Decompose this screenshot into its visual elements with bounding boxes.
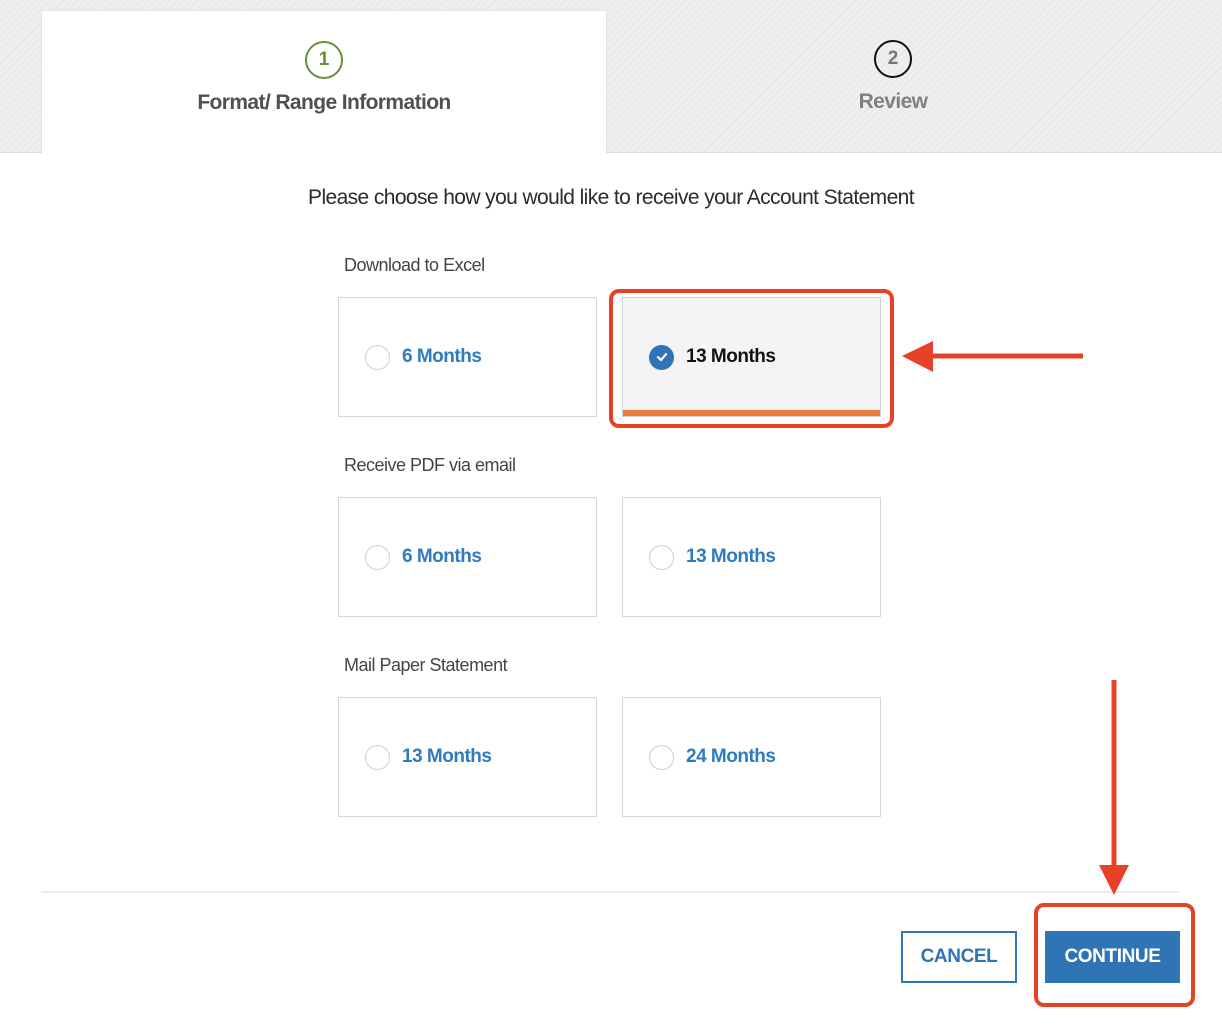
option-label: 13 Months bbox=[686, 546, 776, 567]
step-number-badge: 1 bbox=[305, 41, 343, 79]
empty-circle-icon[interactable] bbox=[365, 544, 390, 570]
step-label: Format/ Range Information bbox=[197, 91, 451, 114]
check-circle-icon[interactable] bbox=[649, 344, 674, 370]
arrow-down-icon bbox=[1099, 680, 1129, 895]
option-pdf-13-months[interactable]: 13 Months bbox=[622, 497, 881, 617]
option-label: 6 Months bbox=[402, 346, 482, 367]
empty-circle-icon[interactable] bbox=[365, 344, 390, 370]
footer-divider bbox=[41, 891, 1180, 893]
step-number-badge: 2 bbox=[874, 40, 912, 78]
option-pdf-6-months[interactable]: 6 Months bbox=[338, 497, 597, 617]
step-format-range: 1 Format/ Range Information bbox=[41, 10, 607, 154]
section-label-mail-paper: Mail Paper Statement bbox=[344, 655, 508, 675]
section-label-pdf-email: Receive PDF via email bbox=[344, 455, 516, 475]
continue-button[interactable]: CONTINUE bbox=[1045, 931, 1180, 983]
annotation-arrows bbox=[902, 341, 1129, 895]
option-label: 13 Months bbox=[686, 346, 776, 367]
option-label: 24 Months bbox=[686, 746, 776, 767]
empty-circle-icon[interactable] bbox=[365, 744, 390, 770]
page-prompt: Please choose how you would like to rece… bbox=[308, 186, 915, 209]
option-excel-13-months[interactable]: 13 Months bbox=[622, 297, 881, 417]
step-progress-header: 1 Format/ Range Information 2 Review bbox=[0, 0, 1222, 154]
empty-circle-icon[interactable] bbox=[649, 544, 674, 570]
option-mail-13-months[interactable]: 13 Months bbox=[338, 697, 597, 817]
empty-circle-icon[interactable] bbox=[649, 744, 674, 770]
arrow-left-icon bbox=[902, 341, 1083, 372]
step-review: 2 Review bbox=[607, 10, 1179, 153]
section-label-excel: Download to Excel bbox=[344, 255, 485, 275]
option-mail-24-months[interactable]: 24 Months bbox=[622, 697, 881, 817]
option-label: 6 Months bbox=[402, 546, 482, 567]
cancel-button[interactable]: CANCEL bbox=[901, 931, 1017, 983]
step-label: Review bbox=[858, 90, 928, 113]
option-excel-6-months[interactable]: 6 Months bbox=[338, 297, 597, 417]
option-label: 13 Months bbox=[402, 746, 492, 767]
